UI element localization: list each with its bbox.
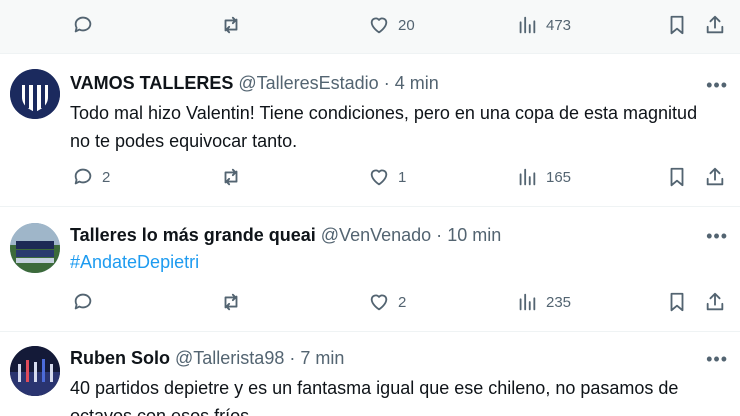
retweet-icon (224, 293, 238, 311)
stadium-photo-icon (10, 346, 60, 396)
tweet-header: VAMOS TALLERES @TalleresEstadio · 4 min (70, 73, 439, 94)
tweet-header: Ruben Solo @Tallerista98 · 7 min (70, 348, 344, 369)
bookmark-button[interactable] (666, 10, 688, 40)
reply-icon (74, 16, 92, 33)
reply-button[interactable] (72, 10, 102, 40)
bookmark-button[interactable] (666, 287, 688, 317)
views-button[interactable]: 165 (516, 162, 571, 192)
views-icon (519, 293, 536, 311)
club-crest-icon (10, 69, 60, 119)
display-name[interactable]: Talleres lo más grande queai (70, 225, 316, 245)
heart-icon (370, 17, 388, 34)
more-options-icon[interactable]: ••• (706, 227, 728, 245)
views-count: 165 (546, 168, 572, 186)
tweet-3[interactable]: Ruben Solo @Tallerista98 · 7 min ••• 40 … (0, 332, 740, 416)
handle[interactable]: @TalleresEstadio (238, 73, 378, 93)
display-name[interactable]: Ruben Solo (70, 348, 170, 368)
bookmark-icon (670, 292, 684, 312)
like-count: 20 (398, 16, 415, 34)
retweet-button[interactable] (220, 162, 250, 192)
share-icon (706, 15, 724, 34)
like-count: 1 (398, 168, 407, 186)
timestamp[interactable]: 4 min (395, 73, 439, 93)
avatar[interactable] (10, 346, 60, 396)
tweet-text: Todo mal hizo Valentin! Tiene condicione… (70, 103, 698, 151)
hashtag-link[interactable]: #AndateDepietri (70, 248, 720, 276)
heart-icon (370, 169, 388, 186)
display-name[interactable]: VAMOS TALLERES (70, 73, 233, 93)
share-button[interactable] (704, 10, 726, 40)
more-options-icon[interactable]: ••• (706, 350, 728, 368)
like-count: 2 (398, 293, 407, 311)
reply-icon (74, 168, 92, 185)
retweet-button[interactable] (220, 10, 250, 40)
retweet-icon (224, 16, 238, 34)
bookmark-button[interactable] (666, 162, 688, 192)
reply-icon (74, 293, 92, 310)
bookmark-icon (670, 15, 684, 35)
tweet-text: 40 partidos depietre y es un fantasma ig… (70, 378, 679, 416)
views-icon (519, 168, 536, 186)
like-button[interactable]: 1 (368, 162, 406, 192)
reply-button[interactable]: 2 (72, 162, 110, 192)
handle[interactable]: @VenVenado (321, 225, 431, 245)
share-icon (706, 292, 724, 311)
more-options-icon[interactable]: ••• (706, 76, 728, 94)
handle[interactable]: @Tallerista98 (175, 348, 284, 368)
views-count: 473 (546, 16, 572, 34)
separator: · (383, 73, 390, 93)
share-button[interactable] (704, 287, 726, 317)
views-button[interactable]: 235 (516, 287, 571, 317)
timestamp[interactable]: 7 min (300, 348, 344, 368)
avatar[interactable] (10, 223, 60, 273)
share-icon (706, 167, 724, 186)
timestamp[interactable]: 10 min (447, 225, 501, 245)
like-button[interactable]: 20 (368, 10, 415, 40)
retweet-icon (224, 168, 238, 186)
team-photo-icon (10, 223, 60, 273)
tweet-2[interactable]: Talleres lo más grande queai @VenVenado … (0, 207, 740, 332)
views-icon (519, 16, 536, 34)
bookmark-icon (670, 167, 684, 187)
separator: · (436, 225, 443, 245)
views-button[interactable]: 473 (516, 10, 571, 40)
share-button[interactable] (704, 162, 726, 192)
reply-button[interactable] (72, 287, 102, 317)
views-count: 235 (546, 293, 572, 311)
separator: · (289, 348, 296, 368)
tweet-actions-previous: 20 473 (0, 0, 740, 54)
like-button[interactable]: 2 (368, 287, 406, 317)
heart-icon (370, 294, 388, 311)
avatar[interactable] (10, 69, 60, 119)
reply-count: 2 (102, 168, 111, 186)
tweet-header: Talleres lo más grande queai @VenVenado … (70, 225, 501, 246)
retweet-button[interactable] (220, 287, 250, 317)
tweet-1[interactable]: VAMOS TALLERES @TalleresEstadio · 4 min … (0, 54, 740, 207)
